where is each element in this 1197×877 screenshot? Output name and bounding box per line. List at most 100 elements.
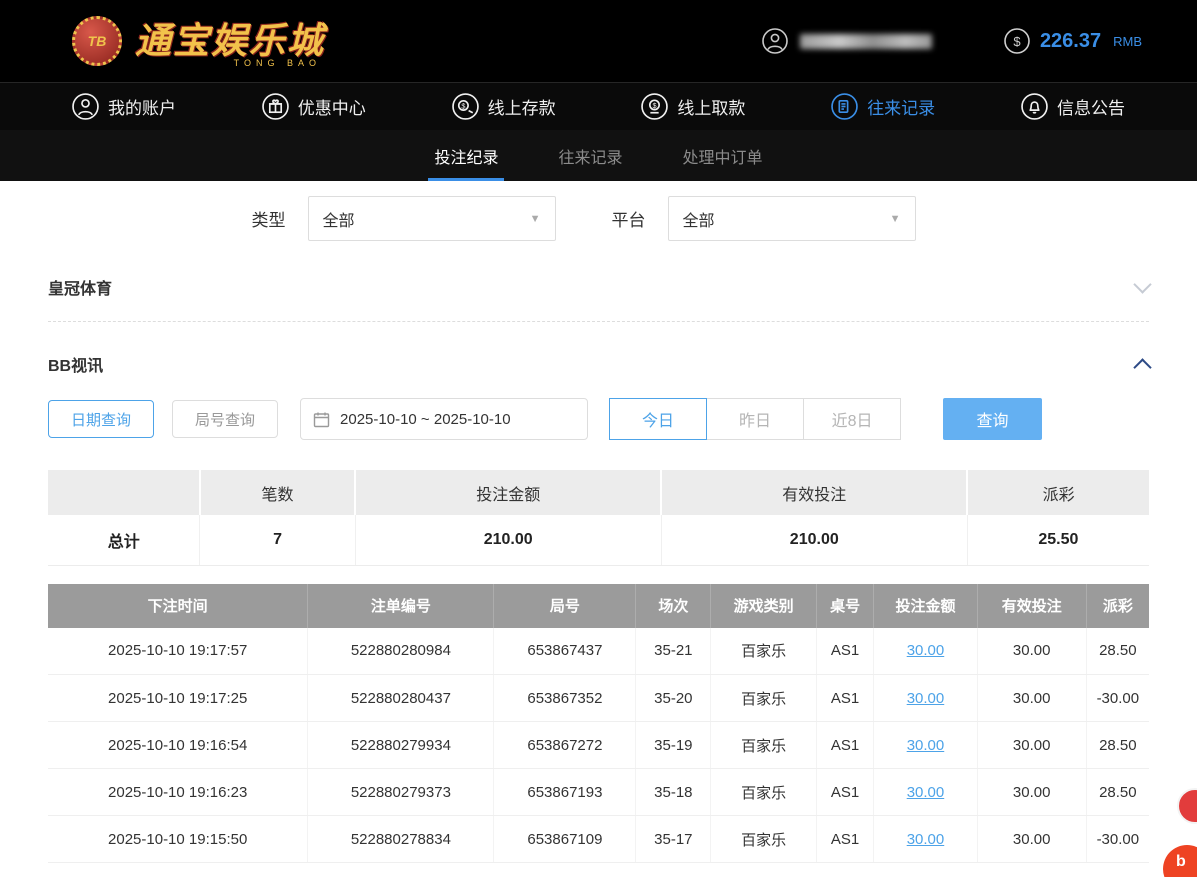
round-query-button[interactable]: 局号查询 — [172, 400, 279, 438]
summary-payout: 25.50 — [967, 515, 1149, 566]
summary-header-valid-bet: 有效投注 — [661, 470, 969, 515]
bet-records-table: 下注时间 注单编号 局号 场次 游戏类别 桌号 投注金额 有效投注 派彩 202… — [48, 583, 1149, 863]
cell-valid-bet: 30.00 — [977, 768, 1087, 816]
header-payout: 派彩 — [1086, 583, 1149, 628]
platform-select[interactable]: 全部 ▼ — [667, 196, 916, 241]
type-select-value: 全部 — [322, 212, 355, 230]
section-bb-video[interactable]: BB视讯 — [48, 352, 1152, 377]
bet-amount-link[interactable]: 30.00 — [907, 831, 945, 848]
brand-logo[interactable]: 通宝娱乐城 TONG BAO — [135, 20, 335, 69]
nav-item-deposit[interactable]: $ 线上存款 — [451, 93, 556, 120]
cell-game-type: 百家乐 — [710, 815, 817, 863]
brand-name: 通宝娱乐城 — [135, 20, 326, 61]
platform-filter-label: 平台 — [611, 211, 646, 230]
cell-payout: -30.00 — [1086, 815, 1149, 863]
calendar-icon — [313, 412, 330, 427]
nav-label: 我的账户 — [108, 99, 176, 118]
dollar-icon: $ — [1004, 28, 1030, 54]
nav-item-records[interactable]: 往来记录 — [831, 93, 935, 120]
cell-payout: 28.50 — [1086, 627, 1149, 675]
nav-label: 优惠中心 — [297, 99, 366, 118]
user-account[interactable] — [762, 28, 932, 54]
header-round-no: 局号 — [493, 583, 637, 628]
cell-game-type: 百家乐 — [710, 627, 817, 675]
summary-header-payout: 派彩 — [967, 470, 1149, 515]
cell-table-no: AS1 — [816, 768, 875, 816]
query-controls: 日期查询 局号查询 2025-10-10 ~ 2025-10-10 今日 昨日 … — [48, 398, 1149, 440]
cell-bet-id: 522880279373 — [307, 768, 495, 816]
cell-bet-id: 522880280984 — [307, 627, 495, 675]
header-bet-time: 下注时间 — [48, 583, 309, 628]
today-button[interactable]: 今日 — [609, 398, 708, 440]
cell-round-no: 653867109 — [493, 815, 637, 863]
summary-header-blank — [48, 470, 201, 515]
bet-amount-link[interactable]: 30.00 — [907, 690, 945, 707]
header-game-type: 游戏类别 — [710, 583, 817, 628]
summary-header-count: 笔数 — [199, 470, 357, 515]
summary-bet-amount: 210.00 — [355, 515, 662, 566]
tab-bet-records[interactable]: 投注纪录 — [428, 130, 505, 181]
table-row: 2025-10-10 19:17:25 522880280437 6538673… — [48, 674, 1149, 722]
header-bet-amount: 投注金额 — [873, 583, 978, 628]
chevron-up-icon[interactable] — [1133, 357, 1152, 377]
cell-bet-id: 522880279934 — [307, 721, 495, 769]
cell-payout: -30.00 — [1086, 674, 1149, 722]
chat-widget-letter: b — [1176, 853, 1186, 870]
date-range-input[interactable]: 2025-10-10 ~ 2025-10-10 — [300, 398, 589, 440]
summary-total-label: 总计 — [48, 515, 201, 566]
cell-table-no: AS1 — [816, 815, 875, 863]
bell-icon — [1021, 93, 1048, 120]
section-crown-sports[interactable]: 皇冠体育 — [48, 274, 1152, 322]
svg-text:$: $ — [1013, 34, 1021, 49]
balance[interactable]: $ 226.37 RMB — [1004, 28, 1142, 54]
cell-game-type: 百家乐 — [710, 721, 817, 769]
cell-bet-id: 522880278834 — [307, 815, 495, 863]
cell-bet-time: 2025-10-10 19:16:54 — [48, 721, 309, 769]
deposit-icon: $ — [451, 93, 479, 120]
cell-round-no: 653867437 — [493, 627, 637, 675]
table-row: 2025-10-10 19:16:54 522880279934 6538672… — [48, 721, 1149, 769]
nav-item-withdraw[interactable]: $ 线上取款 — [641, 93, 745, 120]
nav-item-my-account[interactable]: 我的账户 — [72, 93, 176, 120]
svg-text:$: $ — [461, 102, 465, 111]
cell-valid-bet: 30.00 — [977, 721, 1087, 769]
bet-amount-link[interactable]: 30.00 — [907, 642, 945, 659]
brand-subtitle: TONG BAO — [233, 58, 322, 68]
header-valid-bet: 有效投注 — [977, 583, 1087, 628]
platform-select-value: 全部 — [682, 212, 715, 230]
nav-item-promotions[interactable]: 优惠中心 — [262, 93, 366, 120]
tab-transaction-records[interactable]: 往来记录 — [554, 130, 626, 181]
bet-amount-link[interactable]: 30.00 — [907, 737, 945, 754]
yesterday-button[interactable]: 昨日 — [706, 398, 805, 440]
cell-session: 35-18 — [635, 768, 712, 816]
search-button[interactable]: 查询 — [943, 398, 1043, 440]
summary-total-row: 总计 7 210.00 210.00 25.50 — [48, 515, 1149, 566]
last-8-days-button[interactable]: 近8日 — [803, 398, 902, 440]
tab-processing-orders[interactable]: 处理中订单 — [679, 130, 767, 181]
nav-item-announcements[interactable]: 信息公告 — [1021, 93, 1125, 120]
chevron-down-icon: ▼ — [889, 212, 901, 225]
svg-text:$: $ — [653, 101, 657, 110]
sub-tabbar: 投注纪录 往来记录 处理中订单 — [0, 130, 1197, 181]
section-title: BB视讯 — [48, 358, 104, 375]
table-row: 2025-10-10 19:16:23 522880279373 6538671… — [48, 768, 1149, 816]
header-right: $ 226.37 RMB — [762, 28, 1142, 54]
bet-amount-link[interactable]: 30.00 — [907, 784, 945, 801]
chevron-down-icon[interactable] — [1133, 274, 1152, 294]
cell-valid-bet: 30.00 — [977, 674, 1087, 722]
cell-session: 35-21 — [635, 627, 712, 675]
date-query-button[interactable]: 日期查询 — [48, 400, 155, 438]
cell-round-no: 653867352 — [493, 674, 637, 722]
section-title: 皇冠体育 — [48, 281, 113, 298]
cell-round-no: 653867272 — [493, 721, 637, 769]
balance-currency: RMB — [1113, 33, 1142, 49]
username-masked — [799, 33, 932, 49]
cell-table-no: AS1 — [816, 674, 875, 722]
cell-round-no: 653867193 — [493, 768, 637, 816]
cell-game-type: 百家乐 — [710, 768, 817, 816]
main-nav: 我的账户 优惠中心 $ 线上存款 $ 线上取款 往来记录 信息公告 — [0, 82, 1197, 130]
withdraw-icon: $ — [641, 93, 669, 120]
type-select[interactable]: 全部 ▼ — [307, 196, 556, 241]
summary-header-row: 笔数 投注金额 有效投注 派彩 — [48, 470, 1149, 515]
summary-table: 笔数 投注金额 有效投注 派彩 总计 7 210.00 210.00 25.50 — [48, 470, 1149, 566]
